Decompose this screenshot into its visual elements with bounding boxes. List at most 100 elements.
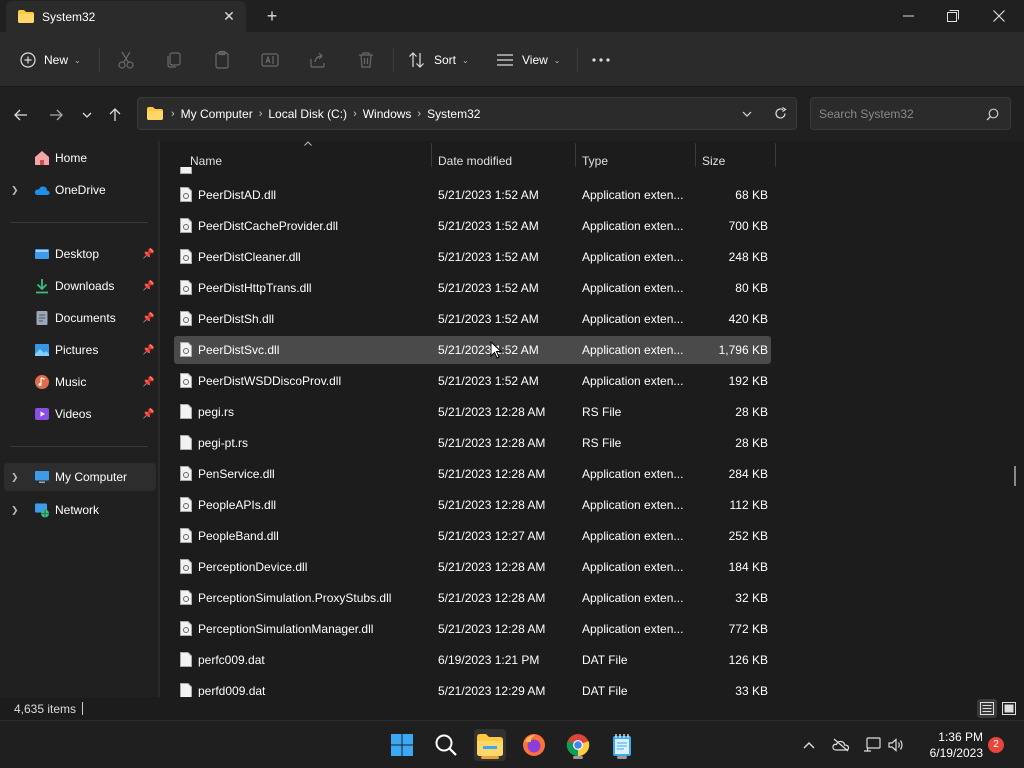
new-tab-button[interactable]: + xyxy=(262,6,282,26)
taskbar-search-button[interactable] xyxy=(430,729,462,761)
file-date: 5/21/2023 1:52 AM xyxy=(438,219,539,233)
sidebar-item-pictures[interactable]: Pictures 📌 xyxy=(0,336,158,364)
minimize-button[interactable] xyxy=(885,0,931,32)
file-name: PerceptionSimulationManager.dll xyxy=(198,622,374,636)
table-row[interactable]: perfd009.dat 5/21/2023 12:29 AM DAT File… xyxy=(174,677,771,697)
column-header-type[interactable]: Type xyxy=(582,154,608,168)
download-icon xyxy=(36,279,48,294)
column-header-name[interactable]: Name xyxy=(190,154,222,168)
table-row[interactable]: PerceptionDevice.dll 5/21/2023 12:28 AM … xyxy=(174,553,771,581)
folder-icon xyxy=(18,10,34,23)
search-box[interactable] xyxy=(810,97,1011,130)
recent-locations-button[interactable] xyxy=(76,104,98,126)
sidebar-item-downloads[interactable]: Downloads 📌 xyxy=(0,272,158,300)
sidebar-item-music[interactable]: Music 📌 xyxy=(0,368,158,396)
table-row[interactable]: pegi.rs 5/21/2023 12:28 AM RS File 28 KB xyxy=(174,398,771,426)
sort-ascending-icon xyxy=(304,141,312,146)
share-icon[interactable] xyxy=(308,50,328,70)
file-type: Application exten... xyxy=(582,374,684,388)
details-view-button[interactable] xyxy=(977,699,997,718)
volume-tray-button[interactable] xyxy=(886,735,906,755)
column-header-size[interactable]: Size xyxy=(702,154,725,168)
chevron-right-icon[interactable]: › xyxy=(417,108,421,120)
cut-icon[interactable] xyxy=(116,50,136,70)
new-button[interactable]: New ⌄ xyxy=(20,46,81,74)
column-divider[interactable] xyxy=(775,143,776,167)
sidebar-item-my-computer[interactable]: ❯ My Computer xyxy=(4,463,156,491)
chevron-down-icon[interactable] xyxy=(742,111,752,117)
taskbar-firefox[interactable] xyxy=(518,729,550,761)
close-window-button[interactable] xyxy=(976,0,1022,32)
table-row[interactable]: PeerDistHttpTrans.dll 5/21/2023 1:52 AM … xyxy=(174,274,771,302)
taskbar-clock[interactable]: 1:36 PM 6/19/2023 xyxy=(915,729,983,761)
table-row[interactable]: PeerDistCacheProvider.dll 5/21/2023 1:52… xyxy=(174,212,771,240)
up-button[interactable] xyxy=(104,104,126,126)
sidebar-item-network[interactable]: ❯ Network xyxy=(0,496,158,524)
table-row[interactable]: PerceptionSimulation.ProxyStubs.dll 5/21… xyxy=(174,584,771,612)
more-options-button[interactable] xyxy=(592,46,610,74)
breadcrumb-my-computer[interactable]: My Computer xyxy=(181,107,253,121)
table-row[interactable]: PeerDistCleaner.dll 5/21/2023 1:52 AM Ap… xyxy=(174,243,771,271)
table-row-selected[interactable]: PeerDistSvc.dll 5/21/2023 1:52 AM Applic… xyxy=(174,336,771,364)
tiles-view-button[interactable] xyxy=(999,699,1019,718)
taskbar-file-explorer[interactable] xyxy=(474,729,506,761)
pin-icon[interactable]: 📌 xyxy=(142,409,154,420)
table-row[interactable]: PeerDistAD.dll 5/21/2023 1:52 AM Applica… xyxy=(174,181,771,209)
forward-button[interactable] xyxy=(45,104,67,126)
table-row[interactable]: PerceptionSimulationManager.dll 5/21/202… xyxy=(174,615,771,643)
chevron-right-icon[interactable]: ❯ xyxy=(11,505,19,516)
table-row[interactable]: PeopleBand.dll 5/21/2023 12:27 AM Applic… xyxy=(174,522,771,550)
table-row[interactable]: PeerDistWSDDiscoProv.dll 5/21/2023 1:52 … xyxy=(174,367,771,395)
breadcrumb-local-disk[interactable]: Local Disk (C:) xyxy=(268,107,347,121)
breadcrumb-system32[interactable]: System32 xyxy=(427,107,480,121)
sort-button[interactable]: Sort ⌄ xyxy=(408,46,469,74)
taskbar-chrome[interactable] xyxy=(562,729,594,761)
close-tab-icon[interactable]: ✕ xyxy=(222,9,236,23)
sidebar-item-documents[interactable]: Documents 📌 xyxy=(0,304,158,332)
sidebar-item-videos[interactable]: Videos 📌 xyxy=(0,400,158,428)
column-divider[interactable] xyxy=(575,143,576,167)
sidebar-item-desktop[interactable]: Desktop 📌 xyxy=(0,240,158,268)
delete-icon[interactable] xyxy=(356,50,376,70)
chevron-right-icon[interactable]: ❯ xyxy=(11,185,19,196)
scrollbar-thumb[interactable] xyxy=(1014,466,1016,486)
view-button[interactable]: View ⌄ xyxy=(496,46,561,74)
onedrive-tray-button[interactable] xyxy=(831,735,851,755)
chevron-right-icon[interactable]: › xyxy=(353,108,357,120)
maximize-button[interactable] xyxy=(930,0,976,32)
chevron-right-icon[interactable]: › xyxy=(259,108,263,120)
table-row[interactable]: PeopleAPIs.dll 5/21/2023 12:28 AM Applic… xyxy=(174,491,771,519)
tab-system32[interactable]: System32 ✕ xyxy=(6,1,246,32)
copy-icon[interactable] xyxy=(164,50,184,70)
breadcrumb-windows[interactable]: Windows xyxy=(363,107,412,121)
pin-icon[interactable]: 📌 xyxy=(142,281,154,292)
sidebar-label: Music xyxy=(55,375,87,389)
search-input[interactable] xyxy=(819,105,979,123)
sidebar-item-home[interactable]: Home xyxy=(0,144,158,172)
paste-icon[interactable] xyxy=(212,50,232,70)
navigation-pane: Home ❯ OneDrive Desktop 📌 Downloads 📌 Do… xyxy=(0,141,158,697)
pin-icon[interactable]: 📌 xyxy=(142,377,154,388)
taskbar-notepad[interactable] xyxy=(606,729,638,761)
start-button[interactable] xyxy=(386,729,418,761)
table-row[interactable]: perfc009.dat 6/19/2023 1:21 PM DAT File … xyxy=(174,646,771,674)
pin-icon[interactable]: 📌 xyxy=(142,249,154,260)
chevron-right-icon[interactable]: ❯ xyxy=(11,472,19,483)
rename-icon[interactable] xyxy=(260,50,280,70)
back-button[interactable] xyxy=(10,104,32,126)
show-hidden-icons-button[interactable] xyxy=(799,735,819,755)
table-row-partial[interactable] xyxy=(174,167,771,181)
column-divider[interactable] xyxy=(431,143,432,167)
pin-icon[interactable]: 📌 xyxy=(142,313,154,324)
notification-badge[interactable]: 2 xyxy=(988,737,1004,753)
column-header-date[interactable]: Date modified xyxy=(438,154,512,168)
sidebar-item-onedrive[interactable]: ❯ OneDrive xyxy=(0,176,158,204)
pin-icon[interactable]: 📌 xyxy=(142,345,154,356)
table-row[interactable]: pegi-pt.rs 5/21/2023 12:28 AM RS File 28… xyxy=(174,429,771,457)
refresh-icon[interactable] xyxy=(774,107,787,120)
table-row[interactable]: PenService.dll 5/21/2023 12:28 AM Applic… xyxy=(174,460,771,488)
column-divider[interactable] xyxy=(695,143,696,167)
address-bar[interactable]: › My Computer › Local Disk (C:) › Window… xyxy=(137,97,797,130)
table-row[interactable]: PeerDistSh.dll 5/21/2023 1:52 AM Applica… xyxy=(174,305,771,333)
network-tray-button[interactable] xyxy=(862,735,882,755)
